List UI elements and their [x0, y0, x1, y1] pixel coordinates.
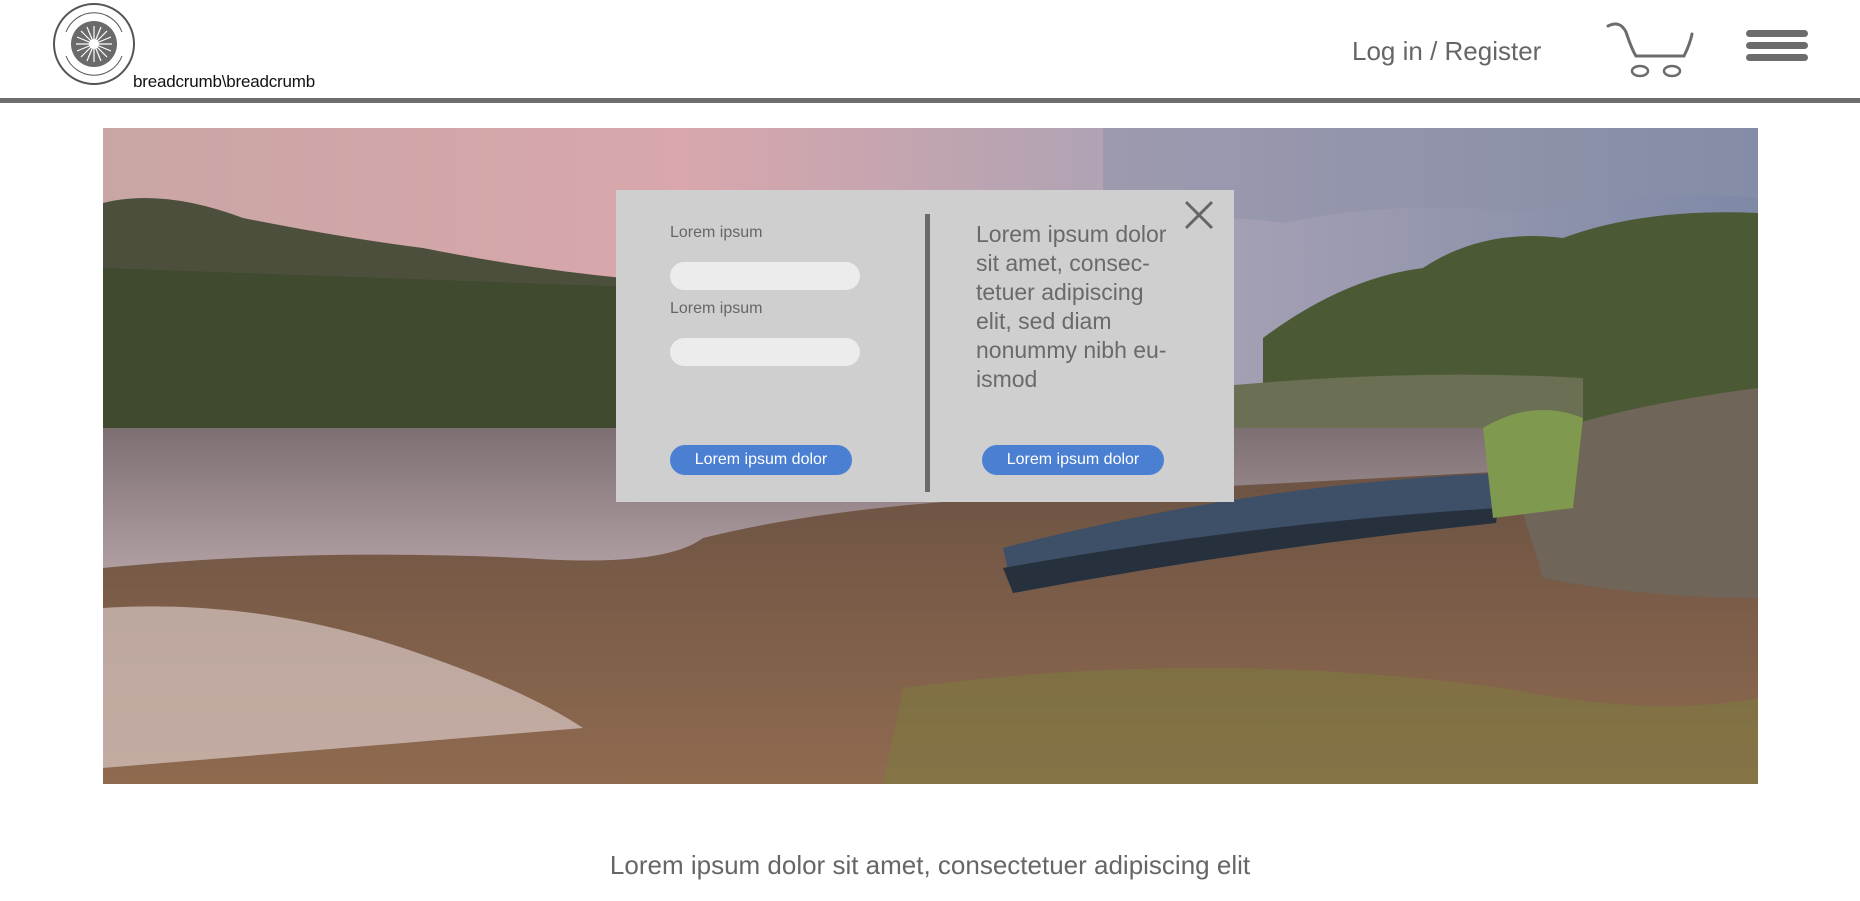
hamburger-menu-icon[interactable] [1746, 30, 1808, 66]
menu-bar [1746, 30, 1808, 37]
login-submit-button[interactable]: Lorem ipsum dolor [670, 445, 852, 475]
register-button[interactable]: Lorem ipsum dolor [982, 445, 1164, 475]
field1-label: Lorem ipsum [670, 224, 763, 241]
field1-input[interactable] [670, 262, 860, 290]
menu-bar [1746, 42, 1808, 49]
field2-input[interactable] [670, 338, 860, 366]
modal-divider [925, 214, 930, 492]
cart-icon[interactable] [1606, 20, 1694, 78]
campus-studios-logo[interactable] [52, 2, 136, 86]
login-modal: Lorem ipsum Lorem ipsum Lorem ipsum dolo… [616, 190, 1234, 502]
header-divider [0, 98, 1860, 103]
register-description: Lorem ipsum dolor sit amet, consec-tetue… [976, 221, 1167, 392]
page-tagline: Lorem ipsum dolor sit amet, consectetuer… [609, 850, 1251, 880]
menu-bar [1746, 54, 1808, 61]
breadcrumb[interactable]: breadcrumb\breadcrumb [133, 72, 315, 92]
field2-label: Lorem ipsum [670, 300, 763, 317]
close-icon[interactable] [1182, 198, 1216, 232]
site-header: breadcrumb\breadcrumb Log in / Register [0, 0, 1860, 103]
login-register-link[interactable]: Log in / Register [1352, 36, 1541, 67]
